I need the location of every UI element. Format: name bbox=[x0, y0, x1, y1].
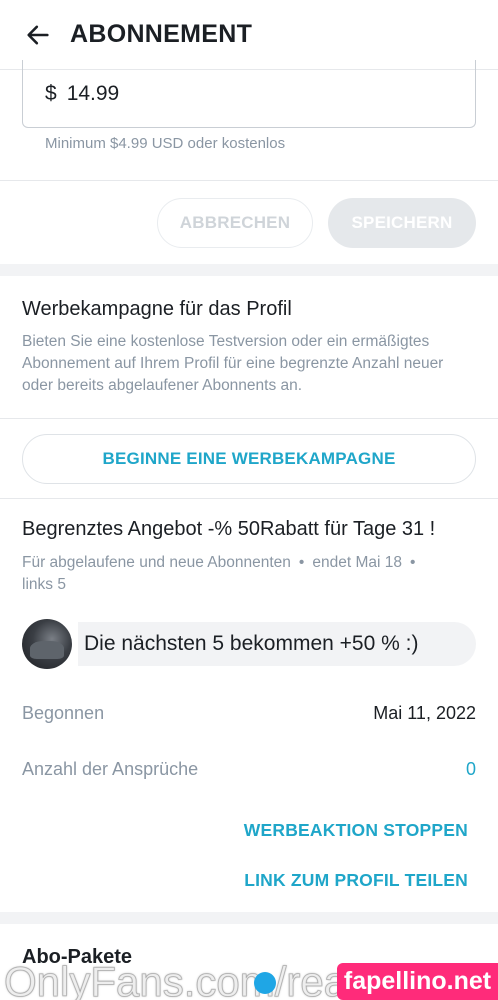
claims-label: Anzahl der Ansprüche bbox=[22, 759, 199, 779]
campaign-description: Bieten Sie eine kostenlose Testversion o… bbox=[22, 333, 444, 394]
message-bubble: Die nächsten 5 bekommen +50 % :) bbox=[78, 622, 476, 666]
back-button[interactable] bbox=[20, 17, 56, 53]
cancel-button[interactable]: ABBRECHEN bbox=[157, 198, 313, 248]
divider bbox=[0, 498, 498, 499]
offer-message: Die nächsten 5 bekommen +50 % :) bbox=[22, 619, 476, 669]
avatar bbox=[22, 619, 72, 669]
offer-meta: Für abgelaufene und neue Abonnenten • ende… bbox=[22, 552, 476, 596]
watermark-badge: fapellino.net bbox=[337, 963, 498, 1000]
save-button[interactable]: SPEICHERN bbox=[328, 198, 476, 248]
section-gap bbox=[0, 912, 498, 924]
share-profile-link-button[interactable]: LINK ZUM PROFIL TEILEN bbox=[244, 870, 468, 891]
claims-value[interactable]: 0 bbox=[466, 759, 476, 780]
watermark-dot bbox=[254, 972, 276, 994]
offer-remaining: links 5 bbox=[22, 576, 66, 593]
offer-title: Begrenztes Angebot -% 50Rabatt für Tage … bbox=[22, 518, 436, 540]
started-label: Begonnen bbox=[22, 703, 105, 723]
meta-separator: • bbox=[409, 554, 416, 571]
page-title: ABONNEMENT bbox=[70, 20, 253, 48]
offer-audience: Für abgelaufene und neue Abonnenten bbox=[22, 554, 291, 571]
stop-promotion-button[interactable]: WERBEAKTION STOPPEN bbox=[244, 820, 468, 841]
price-input[interactable]: $ 14.99 bbox=[22, 60, 476, 128]
watermark-text: OnlyFans.com/real bbox=[3, 958, 357, 1000]
arrow-left-icon bbox=[27, 25, 49, 44]
price-value: 14.99 bbox=[66, 81, 120, 105]
start-campaign-button[interactable]: BEGINNE EINE WERBEKAMPAGNE bbox=[22, 434, 476, 484]
currency-symbol: $ bbox=[45, 81, 57, 105]
meta-separator: • bbox=[298, 554, 305, 571]
campaign-title: Werbekampagne für das Profil bbox=[22, 298, 292, 320]
offer-end-date: endet Mai 18 bbox=[312, 554, 402, 571]
started-value: Mai 11, 2022 bbox=[373, 703, 476, 723]
divider bbox=[0, 180, 498, 181]
divider bbox=[0, 418, 498, 419]
price-hint: Minimum $4.99 USD oder kostenlos bbox=[45, 135, 286, 152]
section-gap bbox=[0, 264, 498, 276]
